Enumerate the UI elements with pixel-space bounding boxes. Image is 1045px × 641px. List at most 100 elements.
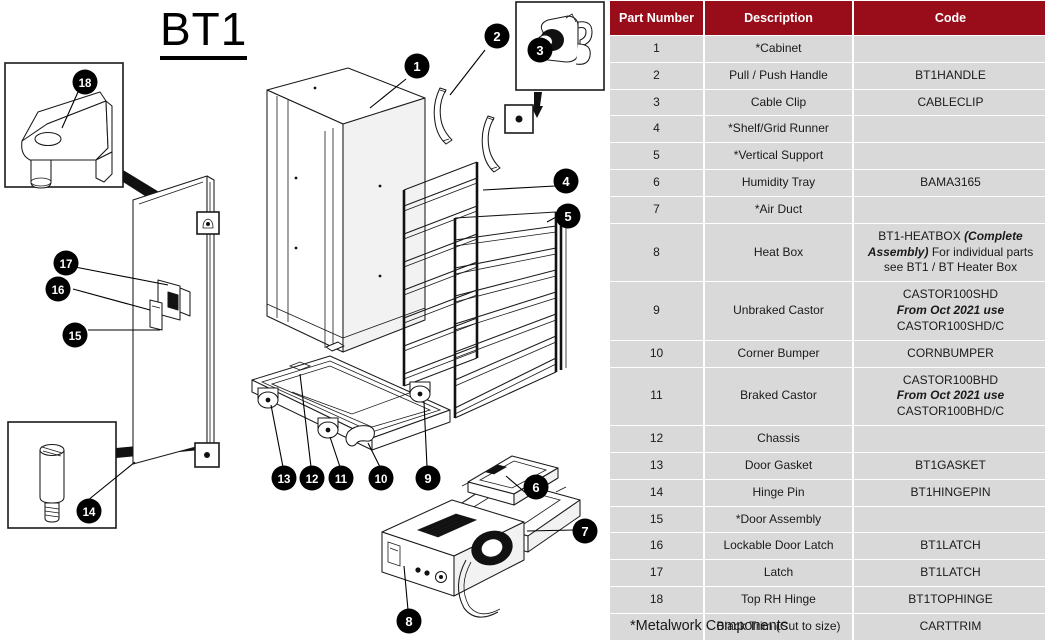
- callout-13-label: 13: [278, 474, 291, 486]
- diagram-title: BT1: [160, 2, 248, 60]
- code-line-1: CASTOR100BHD: [902, 372, 999, 387]
- table-row: 16 Lockable Door Latch BT1LATCH: [610, 533, 1045, 560]
- cell-part-number: 5: [610, 143, 703, 170]
- callout-1-label: 1: [413, 59, 420, 74]
- cell-code: BT1-HEATBOX (Complete Assembly) For indi…: [854, 223, 1045, 282]
- table-footnote: *Metalwork Components: [630, 618, 788, 634]
- callout-8-label: 8: [405, 614, 412, 629]
- cell-code: BT1HINGEPIN: [854, 479, 1045, 506]
- parts-diagram: BT1 1 2 3 4 5 6 7 8 9 10 11 12 13 14 15 …: [0, 0, 608, 636]
- callout-11: 11: [328, 465, 354, 491]
- cell-description: *Door Assembly: [705, 506, 852, 533]
- callout-18-label: 18: [79, 78, 92, 90]
- cell-description: Top RH Hinge: [705, 587, 852, 613]
- callout-3: 3: [527, 37, 553, 63]
- shelf-grid-runners: [402, 161, 567, 419]
- cell-part-number: 6: [610, 170, 703, 196]
- cabinet-body: [266, 67, 426, 353]
- cell-part-number: 13: [610, 452, 703, 479]
- cell-code: [854, 36, 1045, 62]
- cell-description: Chassis: [705, 426, 852, 452]
- callout-16: 16: [45, 276, 71, 302]
- callout-12-label: 12: [306, 474, 319, 486]
- table-row: 14 Hinge Pin BT1HINGEPIN: [610, 479, 1045, 506]
- callout-15-label: 15: [69, 331, 82, 343]
- cell-part-number: 15: [610, 506, 703, 533]
- callout-14-label: 14: [83, 507, 96, 519]
- callout-15: 15: [62, 322, 88, 348]
- table-row: 13 Door Gasket BT1GASKET: [610, 452, 1045, 479]
- callout-9: 9: [415, 465, 441, 491]
- cell-part-number: 3: [610, 89, 703, 116]
- callout-14: 14: [76, 498, 102, 524]
- cell-description: *Shelf/Grid Runner: [705, 116, 852, 143]
- cell-part-number: 17: [610, 560, 703, 587]
- table-row: 4 *Shelf/Grid Runner: [610, 116, 1045, 143]
- cell-part-number: 4: [610, 116, 703, 143]
- callout-6-label: 6: [532, 480, 539, 495]
- cell-code: [854, 116, 1045, 143]
- cell-description: *Air Duct: [705, 196, 852, 223]
- callout-9-label: 9: [424, 471, 431, 486]
- table-row: 9 Unbraked Castor CASTOR100SHD From Oct 2…: [610, 282, 1045, 340]
- table-row: 12 Chassis: [610, 426, 1045, 452]
- parts-table-pane: Part Number Description Code 1 *Cabinet …: [608, 0, 1045, 640]
- code-line-3: CASTOR100SHD/C: [896, 318, 1005, 333]
- code-line-3: CASTOR100BHD/C: [896, 404, 1005, 419]
- cell-part-number: 7: [610, 196, 703, 223]
- cell-part-number: 2: [610, 62, 703, 89]
- callout-10: 10: [368, 465, 394, 491]
- table-row: 11 Braked Castor CASTOR100BHD From Oct 20…: [610, 367, 1045, 426]
- door-assembly: [132, 175, 220, 468]
- table-row: 7 *Air Duct: [610, 196, 1045, 223]
- cell-code: BT1LATCH: [854, 560, 1045, 587]
- table-row: 17 Latch BT1LATCH: [610, 560, 1045, 587]
- callout-7-label: 7: [581, 524, 588, 539]
- callout-7: 7: [572, 518, 598, 544]
- cell-code: BT1HANDLE: [854, 62, 1045, 89]
- table-row: 18 Top RH Hinge BT1TOPHINGE: [610, 587, 1045, 613]
- cell-description: Braked Castor: [705, 367, 852, 426]
- cell-part-number: 8: [610, 223, 703, 282]
- callout-3-label: 3: [536, 43, 543, 58]
- cell-part-number: 14: [610, 479, 703, 506]
- table-header-row: Part Number Description Code: [610, 1, 1045, 35]
- table-row: 5 *Vertical Support: [610, 143, 1045, 170]
- cell-code: CABLECLIP: [854, 89, 1045, 116]
- cell-description: Cable Clip: [705, 89, 852, 116]
- cell-part-number: 1: [610, 36, 703, 62]
- callout-17-label: 17: [60, 259, 73, 271]
- callout-4: 4: [553, 168, 579, 194]
- cell-description: Lockable Door Latch: [705, 533, 852, 560]
- cell-description: *Vertical Support: [705, 143, 852, 170]
- callout-17: 17: [53, 250, 79, 276]
- callout-18: 18: [72, 69, 98, 95]
- cell-code: CASTOR100SHD From Oct 2021 use CASTOR100SH…: [854, 282, 1045, 340]
- callout-2: 2: [484, 23, 510, 49]
- code-line-2-italic: From Oct 2021 use: [896, 388, 1005, 403]
- cell-part-number: 10: [610, 340, 703, 367]
- cell-description: *Cabinet: [705, 36, 852, 62]
- cell-code: [854, 426, 1045, 452]
- cell-code: BT1GASKET: [854, 452, 1045, 479]
- col-header-part-number: Part Number: [610, 1, 703, 35]
- cell-part-number: 11: [610, 367, 703, 426]
- cell-code: BT1TOPHINGE: [854, 587, 1045, 613]
- inset-cable-clip: [504, 1, 605, 134]
- cell-code: [854, 506, 1045, 533]
- cell-code: CASTOR100BHD From Oct 2021 use CASTOR100BH…: [854, 367, 1045, 426]
- cell-part-number: 12: [610, 426, 703, 452]
- callout-13: 13: [271, 465, 297, 491]
- table-row: 8 Heat Box BT1-HEATBOX (Complete Assembl…: [610, 223, 1045, 282]
- cell-description: Corner Bumper: [705, 340, 852, 367]
- callout-5-label: 5: [564, 209, 571, 224]
- code-line-1: CASTOR100SHD: [902, 287, 999, 302]
- code-line-2-italic: From Oct 2021 use: [896, 303, 1005, 318]
- parts-table: Part Number Description Code 1 *Cabinet …: [608, 0, 1045, 641]
- callout-2-label: 2: [493, 29, 500, 44]
- cell-description: Heat Box: [705, 223, 852, 282]
- callout-5: 5: [555, 203, 581, 229]
- callout-8: 8: [396, 608, 422, 634]
- heat-box-assembly: [381, 455, 581, 618]
- col-header-code: Code: [854, 1, 1045, 35]
